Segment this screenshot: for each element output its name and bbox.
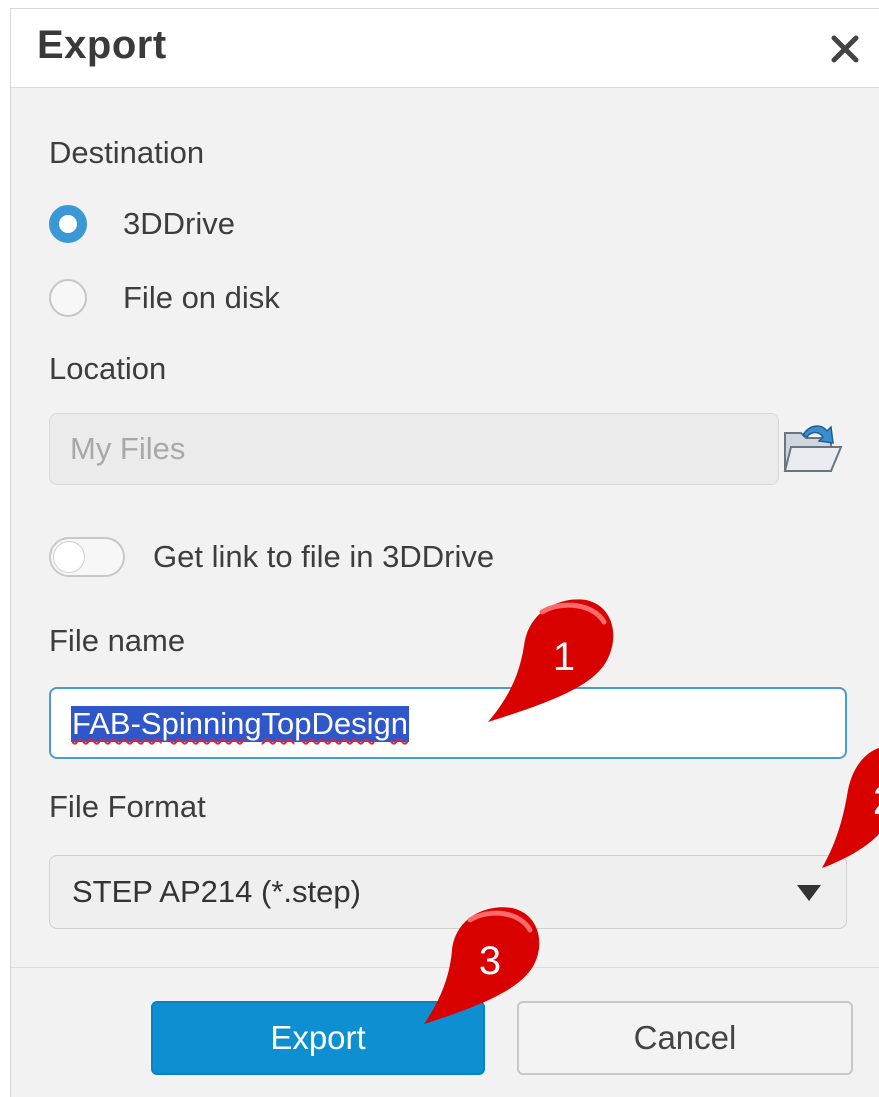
- cancel-button[interactable]: Cancel: [517, 1001, 853, 1075]
- link-toggle-label: Get link to file in 3DDrive: [153, 539, 495, 574]
- callout-pin-1: 1: [488, 599, 614, 722]
- file-name-input[interactable]: FAB-SpinningTopDesign: [49, 687, 847, 759]
- link-toggle[interactable]: [49, 537, 125, 577]
- callout-pin-2: 2: [822, 748, 879, 868]
- radio-selected-icon[interactable]: [49, 205, 87, 243]
- location-label: Location: [49, 351, 167, 386]
- callout-2-label: 2: [873, 779, 879, 823]
- callout-3-label: 3: [479, 939, 501, 983]
- radio-unselected-icon[interactable]: [49, 279, 87, 317]
- dialog-title: Export: [37, 23, 167, 67]
- callout-pin-3: 3: [424, 907, 540, 1024]
- file-name-label: File name: [49, 623, 186, 658]
- toggle-knob: [53, 541, 85, 573]
- radio-file-on-disk-label: File on disk: [123, 280, 280, 315]
- dialog-titlebar: Export: [11, 9, 879, 88]
- folder-arrow-icon[interactable]: [781, 419, 845, 477]
- file-format-label: File Format: [49, 789, 206, 824]
- file-name-value: FAB-SpinningTopDesign: [71, 706, 410, 742]
- location-field: My Files: [49, 413, 779, 485]
- callout-1-label: 1: [553, 635, 575, 679]
- close-icon[interactable]: [827, 31, 863, 67]
- file-format-value: STEP AP214 (*.step): [72, 874, 361, 909]
- radio-3ddrive-label: 3DDrive: [123, 206, 235, 241]
- destination-label: Destination: [49, 135, 205, 170]
- dropdown-arrow-icon[interactable]: [796, 884, 822, 902]
